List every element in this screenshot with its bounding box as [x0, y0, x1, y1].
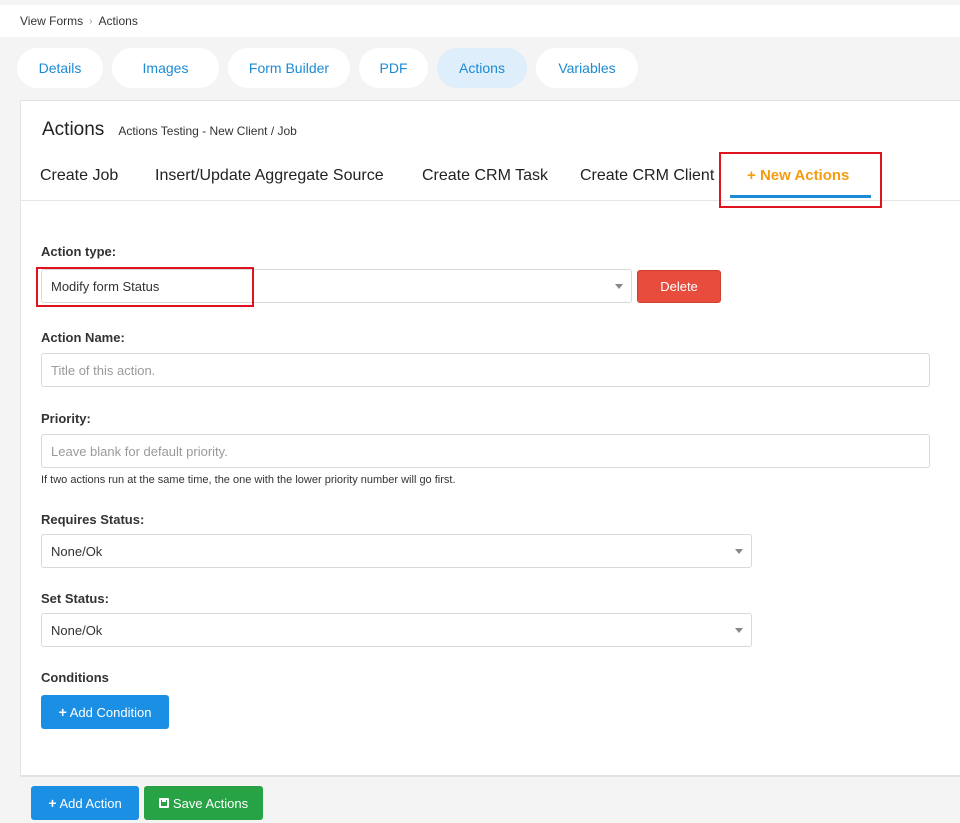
tab-new-actions-label: New Actions — [759, 167, 850, 184]
breadcrumb: View Forms › Actions — [0, 5, 960, 37]
action-name-input[interactable]: Title of this action. — [41, 353, 930, 387]
set-status-value: None/Ok — [51, 622, 103, 638]
tab-images[interactable]: Images — [112, 48, 219, 88]
set-status-select[interactable]: None/Ok — [41, 613, 752, 647]
tab-create-job[interactable]: Create Job — [40, 167, 118, 185]
action-type-select[interactable]: Modify form Status — [41, 269, 632, 303]
action-name-label: Action Name: — [41, 330, 125, 345]
tab-variables[interactable]: Variables — [536, 48, 638, 88]
tab-form-builder[interactable]: Form Builder — [228, 48, 350, 88]
priority-help-text: If two actions run at the same time, the… — [41, 474, 456, 486]
card-header: Actions Actions Testing - New Client / J… — [42, 119, 297, 141]
add-action-label: Add Action — [59, 795, 122, 811]
tab-insert-update-aggregate-source[interactable]: Insert/Update Aggregate Source — [155, 167, 384, 185]
breadcrumb-current: Actions — [98, 14, 138, 28]
delete-button[interactable]: Delete — [637, 270, 721, 303]
plus-icon: + — [58, 704, 67, 720]
add-action-button[interactable]: + Add Action — [31, 786, 139, 820]
priority-input[interactable]: Leave blank for default priority. — [41, 434, 930, 468]
tab-pdf[interactable]: PDF — [359, 48, 428, 88]
set-status-label: Set Status: — [41, 591, 109, 606]
page-title: Actions — [42, 119, 105, 140]
form-name-subtitle: Actions Testing - New Client / Job — [118, 124, 297, 138]
plus-icon: + — [48, 795, 57, 811]
footer-divider — [20, 776, 960, 777]
save-actions-label: Save Actions — [172, 795, 249, 811]
active-tab-indicator — [730, 195, 871, 198]
save-icon — [158, 798, 169, 808]
actions-card: Actions Actions Testing - New Client / J… — [20, 100, 960, 776]
conditions-label: Conditions — [41, 670, 109, 685]
priority-label: Priority: — [41, 411, 91, 426]
caret-down-icon — [735, 628, 743, 633]
plus-icon: + — [747, 167, 756, 184]
add-condition-label: Add Condition — [69, 704, 152, 720]
action-tabs: Create Job Insert/Update Aggregate Sourc… — [21, 155, 960, 201]
caret-down-icon — [615, 284, 623, 289]
caret-down-icon — [735, 549, 743, 554]
action-type-value: Modify form Status — [51, 278, 160, 294]
tab-create-crm-task[interactable]: Create CRM Task — [422, 167, 548, 185]
save-actions-button[interactable]: Save Actions — [144, 786, 263, 820]
tab-create-crm-client[interactable]: Create CRM Client — [580, 167, 714, 185]
requires-status-select[interactable]: None/Ok — [41, 534, 752, 568]
add-condition-button[interactable]: + Add Condition — [41, 695, 169, 729]
breadcrumb-link-view-forms[interactable]: View Forms — [20, 14, 83, 28]
tab-actions[interactable]: Actions — [437, 48, 527, 88]
tab-details[interactable]: Details — [17, 48, 103, 88]
breadcrumb-separator: › — [89, 15, 93, 27]
requires-status-label: Requires Status: — [41, 512, 145, 527]
action-type-label: Action type: — [41, 244, 117, 259]
tab-new-actions[interactable]: + New Actions — [747, 167, 849, 184]
form-section-tabs: Details Images Form Builder PDF Actions … — [17, 48, 638, 88]
requires-status-value: None/Ok — [51, 543, 103, 559]
